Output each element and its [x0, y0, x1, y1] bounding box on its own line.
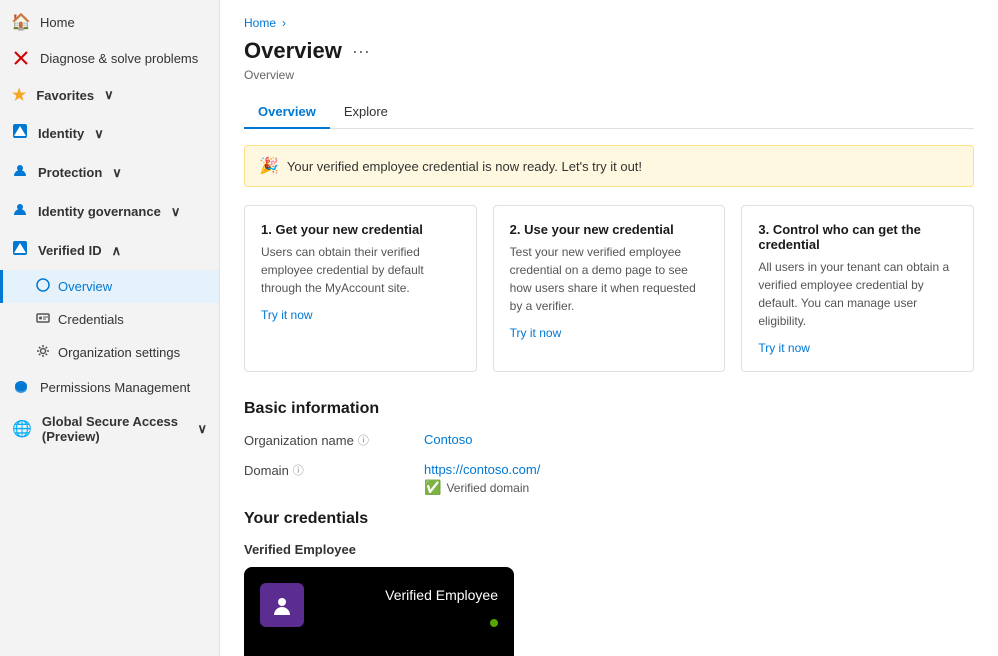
- step-cards: 1. Get your new credential Users can obt…: [244, 205, 974, 372]
- idgov-icon: [12, 201, 28, 222]
- org-settings-icon: [36, 344, 50, 361]
- page-header: Overview ···: [244, 38, 974, 64]
- card-3-text: All users in your tenant can obtain a ve…: [758, 258, 957, 330]
- sidebar-item-global-secure[interactable]: 🌐 Global Secure Access (Preview) ∨: [0, 405, 219, 453]
- domain-values: https://contoso.com/ ✅ Verified domain: [424, 462, 540, 496]
- org-name-value[interactable]: Contoso: [424, 432, 472, 447]
- verified-domain-text: Verified domain: [446, 481, 529, 495]
- globalsecure-icon: 🌐: [12, 419, 32, 439]
- sidebar-item-label: Permissions Management: [40, 380, 207, 395]
- card-2-title: 2. Use your new credential: [510, 222, 709, 237]
- sidebar-item-protection[interactable]: Protection ∨: [0, 153, 219, 192]
- sidebar-item-label: Verified ID: [38, 243, 102, 258]
- chevron-down-icon: ∨: [171, 204, 181, 220]
- sidebar-sub-label: Overview: [58, 279, 112, 294]
- domain-url[interactable]: https://contoso.com/: [424, 462, 540, 477]
- breadcrumb: Home ›: [244, 16, 974, 30]
- card-1: 1. Get your new credential Users can obt…: [244, 205, 477, 372]
- permmgmt-icon: [12, 378, 30, 396]
- card-2-text: Test your new verified employee credenti…: [510, 243, 709, 315]
- verifiedid-icon: [12, 240, 28, 261]
- overview-icon: [36, 278, 50, 295]
- sidebar-item-home[interactable]: 🏠 Home: [0, 4, 219, 40]
- basic-info-title: Basic information: [244, 400, 974, 418]
- org-name-info-icon[interactable]: ⓘ: [358, 432, 369, 448]
- sidebar-item-diagnose[interactable]: Diagnose & solve problems: [0, 40, 219, 76]
- sidebar-item-identity[interactable]: Identity ∨: [0, 114, 219, 153]
- sidebar-sub-credentials[interactable]: Credentials: [0, 303, 219, 336]
- identity-icon: [12, 123, 28, 144]
- page-subtitle: Overview: [244, 68, 974, 82]
- tabs: Overview Explore: [244, 96, 974, 129]
- chevron-down-icon: ∨: [112, 165, 122, 181]
- sidebar-item-identity-governance[interactable]: Identity governance ∨: [0, 192, 219, 231]
- card-3-link[interactable]: Try it now: [758, 341, 810, 355]
- chevron-down-icon: ∨: [197, 421, 207, 437]
- sidebar-item-label: Home: [40, 15, 207, 30]
- sidebar-item-verified-id[interactable]: Verified ID ∧: [0, 231, 219, 270]
- org-name-label: Organization name ⓘ: [244, 432, 424, 448]
- sidebar-sub-org-settings[interactable]: Organization settings: [0, 336, 219, 369]
- diagnose-icon: [12, 49, 30, 67]
- more-options-button[interactable]: ···: [352, 41, 370, 62]
- sidebar-item-label: Identity: [38, 126, 84, 141]
- main-content: Home › Overview ··· Overview Overview Ex…: [220, 0, 998, 656]
- sidebar-item-label: Protection: [38, 165, 102, 180]
- verified-domain-badge: ✅ Verified domain: [424, 479, 540, 496]
- protection-icon: [12, 162, 28, 183]
- sidebar-item-label: Favorites: [36, 88, 94, 103]
- chevron-down-icon: ∨: [94, 126, 104, 142]
- credential-card-subtitle: Verified Employee: [244, 542, 974, 557]
- favorites-icon: ★: [12, 85, 26, 105]
- domain-row: Domain ⓘ https://contoso.com/ ✅ Verified…: [244, 462, 974, 496]
- banner-icon: 🎉: [259, 156, 279, 176]
- card-3-title: 3. Control who can get the credential: [758, 222, 957, 252]
- sidebar-item-label: Diagnose & solve problems: [40, 51, 207, 66]
- credentials-section: Your credentials Verified Employee Verif…: [244, 510, 974, 656]
- breadcrumb-home[interactable]: Home: [244, 16, 276, 30]
- sidebar-sub-overview[interactable]: Overview: [0, 270, 219, 303]
- credential-name: Verified Employee: [385, 587, 498, 603]
- page-title: Overview: [244, 38, 342, 64]
- ready-banner: 🎉 Your verified employee credential is n…: [244, 145, 974, 187]
- credentials-title: Your credentials: [244, 510, 974, 528]
- chevron-up-icon: ∧: [112, 243, 122, 259]
- tab-explore[interactable]: Explore: [330, 96, 402, 129]
- domain-label: Domain ⓘ: [244, 462, 424, 478]
- verified-employee-card: Verified Employee Contoso: [244, 567, 514, 656]
- credential-card-inner: Verified Employee Contoso: [244, 567, 514, 656]
- home-icon: 🏠: [12, 13, 30, 31]
- chevron-down-icon: ∨: [104, 87, 114, 103]
- sidebar-item-permissions-mgmt[interactable]: Permissions Management: [0, 369, 219, 405]
- org-name-row: Organization name ⓘ Contoso: [244, 432, 974, 448]
- domain-info-icon[interactable]: ⓘ: [293, 462, 304, 478]
- sidebar-sub-label: Organization settings: [58, 345, 180, 360]
- credentials-icon: [36, 311, 50, 328]
- card-1-title: 1. Get your new credential: [261, 222, 460, 237]
- card-1-text: Users can obtain their verified employee…: [261, 243, 460, 297]
- sidebar-item-label: Identity governance: [38, 204, 161, 219]
- sidebar: 🏠 Home Diagnose & solve problems ★ Favor…: [0, 0, 220, 656]
- tab-overview[interactable]: Overview: [244, 96, 330, 129]
- sidebar-item-favorites[interactable]: ★ Favorites ∨: [0, 76, 219, 114]
- banner-text: Your verified employee credential is now…: [287, 159, 642, 174]
- basic-info-section: Basic information Organization name ⓘ Co…: [244, 400, 974, 496]
- card-3: 3. Control who can get the credential Al…: [741, 205, 974, 372]
- card-2-link[interactable]: Try it now: [510, 326, 562, 340]
- card-1-link[interactable]: Try it now: [261, 308, 313, 322]
- card-2: 2. Use your new credential Test your new…: [493, 205, 726, 372]
- credential-active-dot: [488, 617, 500, 629]
- breadcrumb-separator: ›: [282, 16, 286, 30]
- sidebar-item-label: Global Secure Access (Preview): [42, 414, 188, 444]
- sidebar-sub-label: Credentials: [58, 312, 124, 327]
- credential-icon-bg: [260, 583, 304, 627]
- verified-checkmark-icon: ✅: [424, 479, 441, 496]
